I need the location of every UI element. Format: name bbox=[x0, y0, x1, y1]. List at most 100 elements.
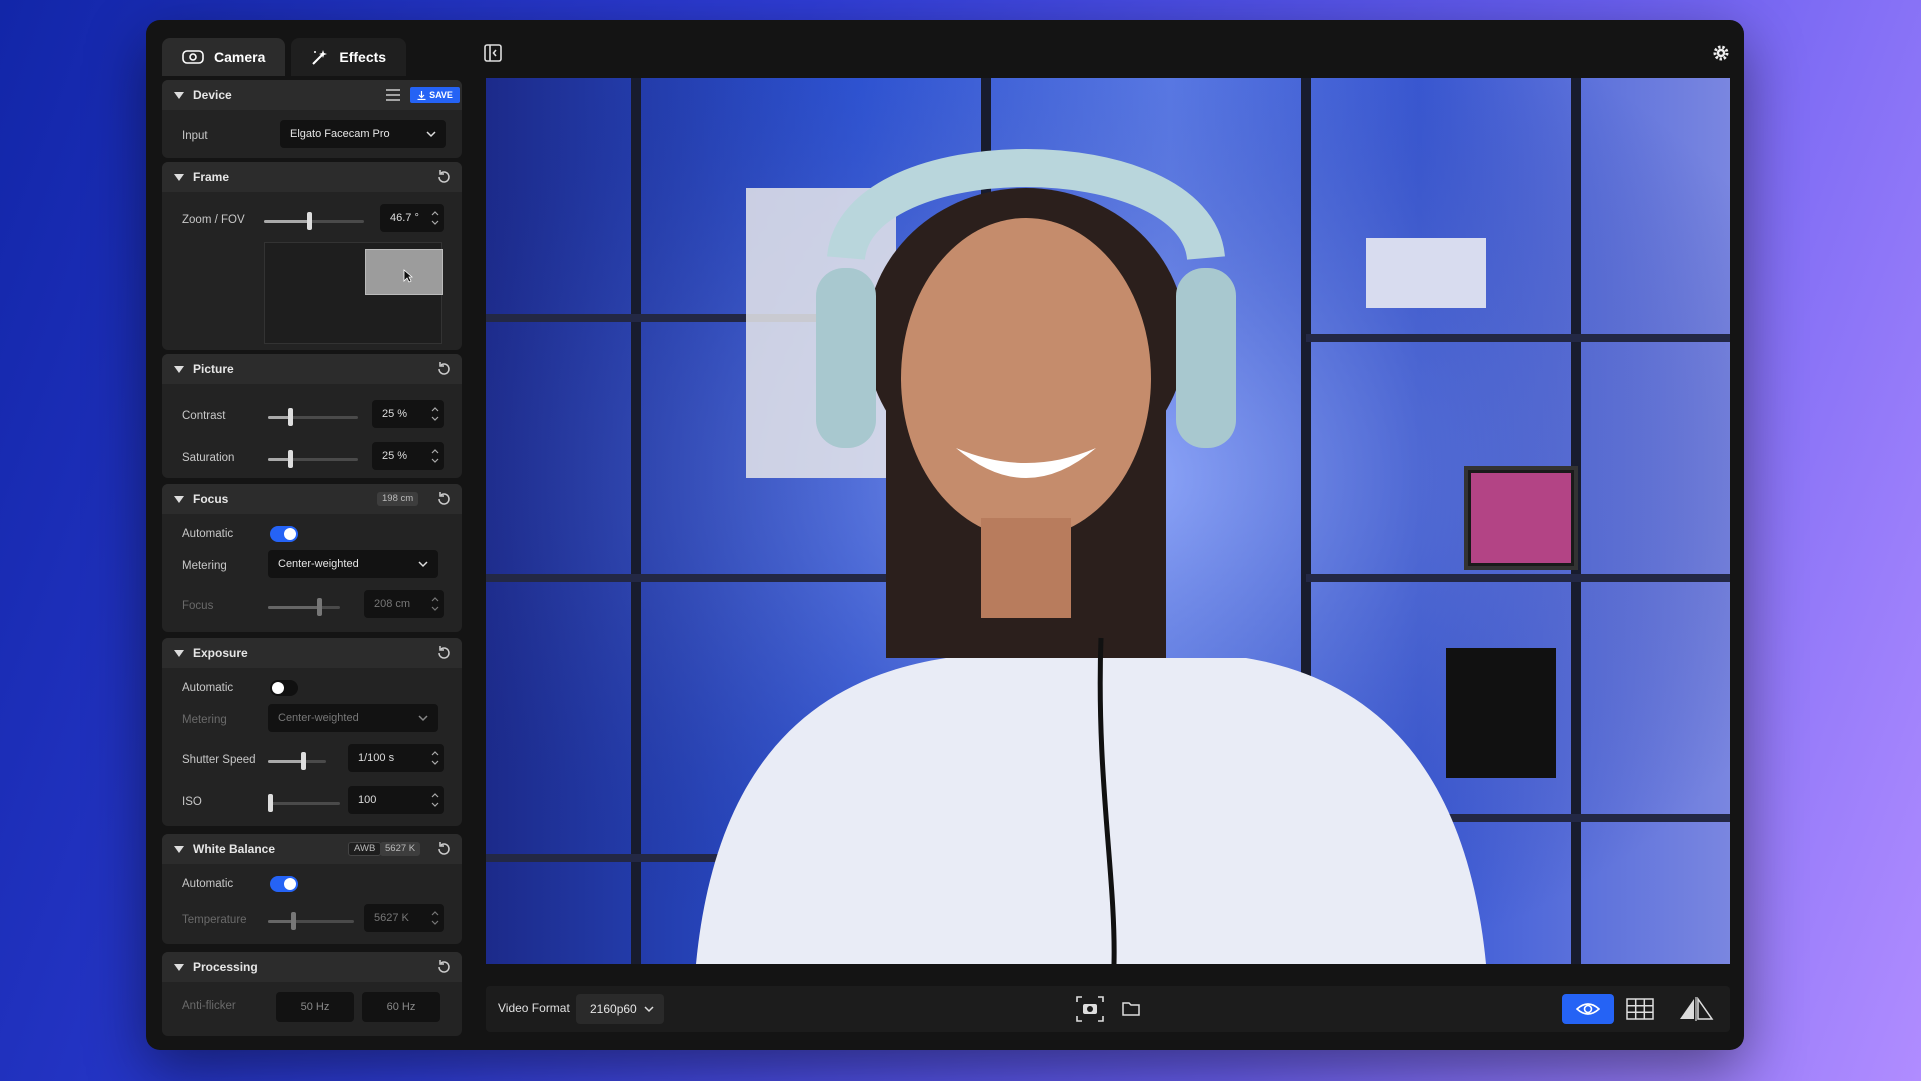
folder-icon[interactable] bbox=[1122, 1001, 1140, 1016]
processing-section-header[interactable]: Processing bbox=[162, 952, 462, 982]
preview-image bbox=[486, 78, 1730, 964]
picture-section: Picture Contrast 25 % Saturation 25 % bbox=[162, 354, 462, 478]
download-icon bbox=[417, 90, 426, 100]
white-balance-section-header[interactable]: White Balance AWB 5627 K bbox=[162, 834, 462, 864]
bottom-toolbar: Video Format 2160p60 bbox=[486, 986, 1730, 1032]
input-label: Input bbox=[182, 130, 208, 142]
tab-bar: Camera Effects bbox=[162, 38, 407, 76]
input-dropdown-value: Elgato Facecam Pro bbox=[290, 128, 390, 140]
list-menu-icon[interactable] bbox=[386, 89, 400, 101]
reset-icon[interactable] bbox=[436, 361, 452, 377]
white-balance-section-title: White Balance bbox=[193, 842, 276, 856]
reset-icon[interactable] bbox=[436, 169, 452, 185]
focus-metering-value: Center-weighted bbox=[278, 558, 359, 570]
saturation-label: Saturation bbox=[182, 452, 235, 464]
tab-camera[interactable]: Camera bbox=[162, 38, 286, 76]
grid-icon[interactable] bbox=[1626, 998, 1654, 1020]
gear-icon[interactable] bbox=[1712, 44, 1730, 62]
device-section-title: Device bbox=[193, 88, 232, 102]
sidebar-toggle-icon[interactable] bbox=[484, 44, 502, 62]
temperature-slider[interactable] bbox=[268, 912, 354, 930]
stepper-icon[interactable] bbox=[430, 593, 440, 615]
focus-section: Focus 198 cm Automatic Metering Center-w… bbox=[162, 484, 462, 632]
reset-icon[interactable] bbox=[436, 841, 452, 857]
collapse-triangle-icon bbox=[174, 91, 184, 99]
frame-section-header[interactable]: Frame bbox=[162, 162, 462, 192]
wb-temp-badge: 5627 K bbox=[380, 842, 421, 856]
picture-section-header[interactable]: Picture bbox=[162, 354, 462, 384]
cursor-icon bbox=[403, 269, 413, 283]
exposure-metering-value: Center-weighted bbox=[278, 712, 359, 724]
contrast-label: Contrast bbox=[182, 410, 226, 422]
iso-value: 100 bbox=[358, 794, 377, 806]
zoom-value: 46.7 ° bbox=[390, 212, 419, 224]
fov-frame-area[interactable] bbox=[264, 242, 443, 344]
exposure-metering-label: Metering bbox=[182, 714, 227, 726]
focus-value-field[interactable]: 208 cm bbox=[364, 590, 444, 618]
stepper-icon[interactable] bbox=[430, 403, 440, 425]
antiflicker-50hz-button[interactable]: 50 Hz bbox=[276, 992, 354, 1022]
device-section-header[interactable]: Device SAVE bbox=[162, 80, 462, 110]
preview-visibility-button[interactable] bbox=[1562, 994, 1614, 1024]
anti-flicker-label: Anti-flicker bbox=[182, 1000, 236, 1012]
focus-value: 208 cm bbox=[374, 598, 411, 610]
temperature-value-field[interactable]: 5627 K bbox=[364, 904, 444, 932]
zoom-value-field[interactable]: 46.7 ° bbox=[380, 204, 444, 232]
zoom-slider[interactable] bbox=[264, 212, 364, 230]
reset-icon[interactable] bbox=[436, 959, 452, 975]
collapse-triangle-icon bbox=[174, 963, 184, 971]
exposure-section-title: Exposure bbox=[193, 646, 248, 660]
focus-distance-badge: 198 cm bbox=[377, 492, 419, 506]
save-button[interactable]: SAVE bbox=[410, 87, 460, 103]
collapse-triangle-icon bbox=[174, 845, 184, 853]
processing-section-title: Processing bbox=[193, 960, 258, 974]
shutter-speed-value-field[interactable]: 1/100 s bbox=[348, 744, 444, 772]
collapse-triangle-icon bbox=[174, 649, 184, 657]
input-dropdown[interactable]: Elgato Facecam Pro bbox=[280, 120, 446, 148]
temperature-value: 5627 K bbox=[374, 912, 409, 924]
camera-icon bbox=[182, 50, 204, 64]
focus-metering-label: Metering bbox=[182, 560, 227, 572]
stepper-icon[interactable] bbox=[430, 747, 440, 769]
collapse-triangle-icon bbox=[174, 495, 184, 503]
wb-auto-label: Automatic bbox=[182, 878, 234, 890]
mirror-flip-icon[interactable] bbox=[1678, 997, 1714, 1021]
contrast-slider[interactable] bbox=[268, 408, 358, 426]
chevron-down-icon bbox=[644, 1006, 654, 1013]
exposure-auto-toggle[interactable] bbox=[270, 680, 298, 696]
focus-section-header[interactable]: Focus 198 cm bbox=[162, 484, 462, 514]
stepper-icon[interactable] bbox=[430, 207, 440, 229]
focus-metering-dropdown[interactable]: Center-weighted bbox=[268, 550, 438, 578]
saturation-value: 25 % bbox=[382, 450, 408, 462]
video-format-label: Video Format bbox=[498, 1001, 570, 1015]
antiflicker-60hz-button[interactable]: 60 Hz bbox=[362, 992, 440, 1022]
tab-camera-label: Camera bbox=[214, 49, 266, 65]
stepper-icon[interactable] bbox=[430, 907, 440, 929]
iso-label: ISO bbox=[182, 796, 202, 808]
video-format-dropdown[interactable]: 2160p60 bbox=[576, 994, 664, 1024]
iso-slider[interactable] bbox=[268, 794, 340, 812]
stepper-icon[interactable] bbox=[430, 445, 440, 467]
saturation-slider[interactable] bbox=[268, 450, 358, 468]
snapshot-camera-icon[interactable] bbox=[1076, 996, 1104, 1022]
eye-icon bbox=[1576, 1003, 1600, 1015]
focus-auto-toggle[interactable] bbox=[270, 526, 298, 542]
focus-slider[interactable] bbox=[268, 598, 340, 616]
reset-icon[interactable] bbox=[436, 645, 452, 661]
shutter-speed-slider[interactable] bbox=[268, 752, 326, 770]
awb-badge: AWB bbox=[348, 842, 382, 856]
contrast-value-field[interactable]: 25 % bbox=[372, 400, 444, 428]
exposure-metering-dropdown[interactable]: Center-weighted bbox=[268, 704, 438, 732]
exposure-section-header[interactable]: Exposure bbox=[162, 638, 462, 668]
iso-value-field[interactable]: 100 bbox=[348, 786, 444, 814]
tab-effects-label: Effects bbox=[339, 49, 387, 65]
stepper-icon[interactable] bbox=[430, 789, 440, 811]
zoom-label: Zoom / FOV bbox=[182, 214, 245, 226]
tab-effects[interactable]: Effects bbox=[291, 38, 407, 76]
wb-auto-toggle[interactable] bbox=[270, 876, 298, 892]
camera-preview bbox=[486, 78, 1730, 964]
saturation-value-field[interactable]: 25 % bbox=[372, 442, 444, 470]
reset-icon[interactable] bbox=[436, 491, 452, 507]
exposure-section: Exposure Automatic Metering Center-weigh… bbox=[162, 638, 462, 826]
collapse-triangle-icon bbox=[174, 173, 184, 181]
